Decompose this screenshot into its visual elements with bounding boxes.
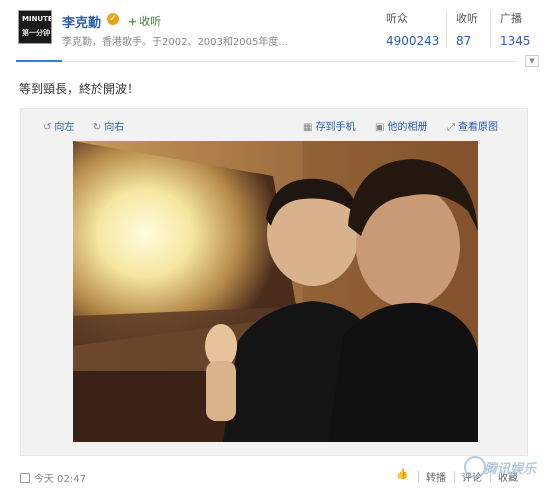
expand-icon: ⤢ [447, 122, 455, 133]
post-photo[interactable] [73, 141, 478, 442]
post-text: 等到頸長，終於開波！ [19, 82, 140, 96]
stat-label: 收听 [456, 12, 478, 25]
stat-divider [446, 10, 447, 48]
phone-icon: ▦ [303, 122, 313, 133]
header-accent-bar [16, 60, 62, 62]
post-timestamp[interactable]: 今天 02:47 [20, 470, 86, 485]
stat-broadcasts[interactable]: 广播 1345 [500, 10, 531, 48]
watermark: 腾讯娱乐 [460, 448, 548, 488]
stat-label: 广播 [500, 12, 522, 25]
his-album-button[interactable]: ▣ 他的相册 [375, 118, 427, 133]
his-album-label: 他的相册 [387, 122, 428, 133]
save-to-phone-label: 存到手机 [315, 122, 356, 133]
header-divider [62, 61, 516, 62]
avatar-text-bottom: 第一分钟 [22, 29, 50, 37]
view-original-label: 查看原图 [458, 122, 498, 133]
action-divider [418, 471, 419, 482]
profile-header: MINUTE 第一分钟 李克勤 ✓ + 收听 李克勤，香港歌手。于2002、200… [0, 0, 550, 60]
action-divider [454, 471, 455, 482]
follow-label: 收听 [139, 15, 162, 28]
stat-value: 4900243 [386, 34, 440, 48]
like-button[interactable]: 👍 [396, 469, 408, 480]
follow-button[interactable]: + 收听 [128, 13, 161, 29]
plus-icon: + [128, 15, 138, 28]
rotate-right-icon: ↻ [93, 122, 102, 133]
watermark-text: 腾讯娱乐 [484, 462, 537, 477]
album-icon: ▣ [375, 122, 385, 133]
rotate-left-label: 向左 [54, 122, 75, 133]
avatar-text-top: MINUTE [22, 15, 52, 23]
profile-description: 李克勤，香港歌手。于2002、2003和2005年度... [62, 37, 288, 48]
stat-label: 听众 [386, 12, 408, 25]
stat-value: 1345 [500, 34, 531, 48]
view-original-button[interactable]: ⤢ 查看原图 [447, 118, 498, 133]
rotate-left-icon: ↺ [43, 122, 52, 133]
avatar[interactable]: MINUTE 第一分钟 [18, 10, 52, 44]
profile-name[interactable]: 李克勤 [62, 12, 101, 31]
photo-illustration [73, 141, 478, 442]
device-icon [20, 473, 30, 483]
save-to-phone-button[interactable]: ▦ 存到手机 [303, 118, 355, 133]
collapse-toggle-icon[interactable]: ▼ [525, 55, 539, 67]
timestamp-text: 今天 02:47 [34, 474, 86, 485]
stat-following[interactable]: 收听 87 [456, 10, 478, 48]
stat-value: 87 [456, 34, 472, 48]
stat-divider [490, 10, 491, 48]
thumbs-up-icon: 👍 [396, 469, 409, 480]
image-panel: ↺ 向左 ↻ 向右 ▦ 存到手机 ▣ 他的相册 ⤢ 查看原图 [20, 108, 528, 456]
rotate-left-button[interactable]: ↺ 向左 [43, 118, 74, 133]
repost-button[interactable]: 转播 [426, 469, 446, 484]
watermark-logo-icon [464, 456, 486, 478]
rotate-right-button[interactable]: ↻ 向右 [93, 118, 124, 133]
rotate-right-label: 向右 [104, 122, 125, 133]
stat-listeners[interactable]: 听众 4900243 [386, 10, 439, 48]
verified-icon: ✓ [107, 13, 119, 25]
post-footer: 今天 02:47 👍 转播 评论 收藏 [16, 466, 536, 490]
